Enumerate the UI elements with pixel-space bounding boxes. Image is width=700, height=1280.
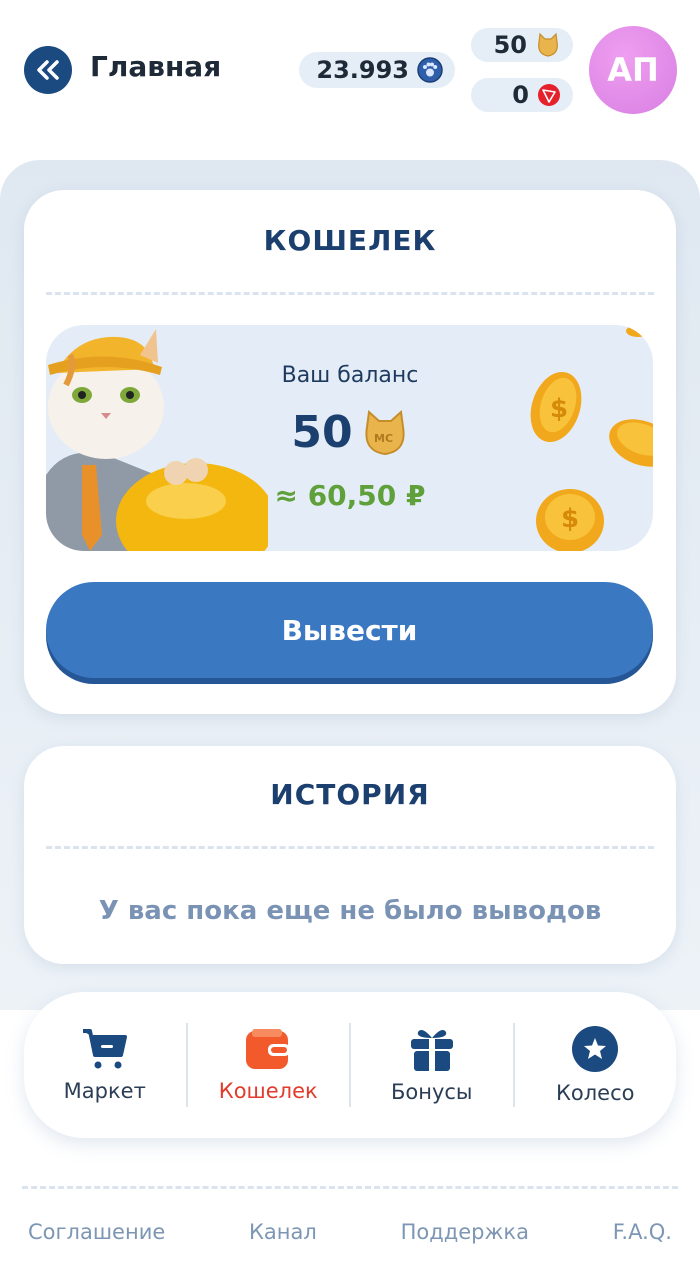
mc-balance-badge: 50	[471, 28, 573, 62]
cart-icon	[82, 1029, 127, 1069]
balance-rub-equivalent: ≈ 60,50 ₽	[274, 479, 426, 512]
history-title: ИСТОРИЯ	[270, 778, 430, 811]
cat-coin-icon: MC	[365, 409, 405, 455]
paw-coin-icon	[417, 57, 443, 83]
paw-balance-badge: 23.993	[299, 52, 455, 88]
nav-item-market[interactable]: Маркет	[24, 992, 186, 1138]
footer-link-agreement[interactable]: Соглашение	[28, 1220, 165, 1244]
nav-item-wheel[interactable]: Колесо	[515, 992, 677, 1138]
star-circle-icon	[572, 1026, 619, 1072]
mc-balance-value: 50	[493, 31, 527, 59]
svg-text:MC: MC	[374, 432, 393, 445]
footer-links: Соглашение Канал Поддержка F.A.Q.	[28, 1220, 672, 1244]
paw-balance-value: 23.993	[316, 56, 409, 84]
withdraw-button[interactable]: Вывести	[46, 582, 653, 678]
balance-label: Ваш баланс	[281, 363, 419, 388]
back-button[interactable]	[24, 46, 72, 94]
nav-item-wallet[interactable]: Кошелек	[188, 992, 350, 1138]
balance-amount: 50 MC	[46, 407, 653, 458]
divider	[46, 292, 654, 295]
nav-label: Кошелек	[218, 1079, 318, 1103]
cat-coin-icon	[538, 32, 558, 57]
footer-link-channel[interactable]: Канал	[249, 1220, 317, 1244]
trx-balance-value: 0	[512, 81, 529, 109]
wallet-card: КОШЕЛЕК $ $ Ваш баланс 50 MC ≈ 60,50 ₽ В…	[24, 190, 676, 714]
top-bar: Главная 23.993 50 0 АП	[0, 0, 700, 140]
wallet-icon	[246, 1029, 291, 1069]
page-title: Главная	[90, 50, 222, 83]
footer-link-faq[interactable]: F.A.Q.	[613, 1220, 672, 1244]
balance-value: 50	[291, 407, 353, 458]
divider	[22, 1186, 678, 1189]
nav-label: Маркет	[63, 1079, 146, 1103]
tron-coin-icon	[538, 84, 560, 106]
nav-label: Колесо	[556, 1081, 635, 1105]
avatar[interactable]: АП	[589, 26, 677, 114]
history-empty-message: У вас пока еще не было выводов	[98, 896, 602, 926]
wallet-title: КОШЕЛЕК	[263, 224, 437, 257]
gift-icon	[410, 1030, 453, 1071]
nav-item-bonuses[interactable]: Бонусы	[351, 992, 513, 1138]
footer-link-support[interactable]: Поддержка	[401, 1220, 529, 1244]
double-chevron-left-icon	[37, 60, 59, 80]
bottom-navigation: Маркет Кошелек Бонусы Колесо	[24, 992, 676, 1138]
history-card: ИСТОРИЯ У вас пока еще не было выводов	[24, 746, 676, 964]
trx-balance-badge: 0	[471, 78, 573, 112]
nav-label: Бонусы	[390, 1080, 473, 1104]
divider	[46, 846, 654, 849]
balance-banner: $ $ Ваш баланс 50 MC ≈ 60,50 ₽	[46, 325, 653, 551]
